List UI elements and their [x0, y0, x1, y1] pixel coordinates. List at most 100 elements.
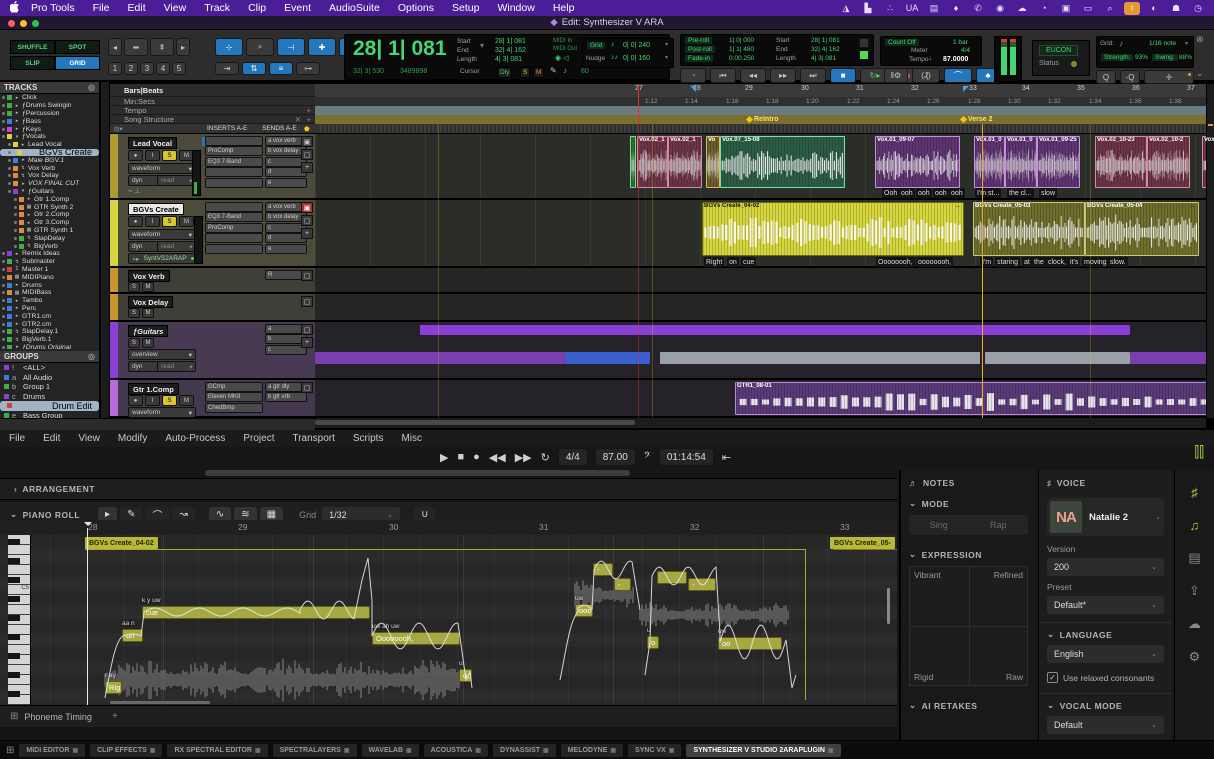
song-marker[interactable]: ReIntro — [747, 115, 779, 124]
plugin-tab[interactable]: SYNC VX▣ — [628, 744, 681, 757]
solo-button[interactable]: S — [128, 282, 140, 292]
track-view-selector[interactable]: overview▾ — [128, 349, 196, 360]
track-list-item[interactable]: ▸ Gtr 1.Comp — [0, 195, 99, 203]
note-mini-icon[interactable]: ♪ — [563, 66, 567, 75]
return-to-zero-icon[interactable]: ⏮ — [710, 68, 736, 83]
plugin-tab[interactable]: ACOUSTICA▣ — [424, 744, 488, 757]
groove-grid-value[interactable]: 1/16 note — [1149, 40, 1176, 47]
time-signature-field[interactable]: 4/4 — [559, 449, 587, 465]
delay-compensation-chip[interactable]: Dly — [497, 67, 512, 78]
track-visibility-dot[interactable] — [2, 120, 5, 123]
menu-item[interactable]: File — [84, 0, 119, 16]
synthv-menu-item[interactable]: Project — [234, 433, 283, 444]
song-add-icon[interactable]: + — [307, 115, 311, 124]
insert-slot[interactable] — [205, 202, 263, 211]
record-button[interactable]: ● — [473, 451, 480, 463]
zoom-toggle-icon[interactable]: ⊹ — [215, 38, 243, 56]
apple-menu-icon[interactable] — [8, 1, 22, 16]
status-icon[interactable]: ☁ — [1014, 2, 1030, 15]
groove-grid-dropdown-icon[interactable]: ▾ — [1185, 40, 1188, 47]
track-visibility-dot[interactable] — [2, 338, 5, 341]
piano-roll-chevron-icon[interactable]: ⌄ — [10, 509, 18, 520]
status-icon[interactable]: UA — [904, 2, 920, 15]
play-button[interactable]: ▶ — [440, 451, 448, 464]
groove-settings-icon[interactable]: ✛ — [1144, 70, 1194, 84]
audio-clip[interactable]: Vox.02_1 — [668, 136, 702, 188]
clip-ara-icon[interactable]: ⇔ — [1076, 204, 1082, 210]
guitar-region-bar[interactable] — [315, 352, 565, 364]
track-visibility-dot[interactable] — [8, 167, 11, 170]
piano-roll-clip-tab[interactable]: BGVs Create_05- — [830, 537, 895, 549]
synthv-menu-item[interactable]: Edit — [34, 433, 69, 444]
zoom-preset-button[interactable]: 3 — [140, 62, 154, 75]
audio-clip[interactable]: Vox.01_0 — [1005, 136, 1037, 188]
automation-mode[interactable]: read▾ — [157, 361, 196, 372]
audio-clip[interactable]: Vo — [706, 136, 720, 188]
track-list-item[interactable]: ▦ GTR Synth 2 — [0, 203, 99, 211]
nudge-label[interactable]: Nudge — [586, 55, 605, 62]
ruler-song-label[interactable]: Song Structure✕+ — [110, 115, 315, 124]
track-list-item[interactable]: ↯ Submaster — [0, 258, 99, 266]
piano-roll-note[interactable]: oo — [718, 637, 782, 650]
track-view-selector[interactable]: waveform▾ — [128, 163, 196, 174]
track-list-item[interactable]: ▸ ƒDrums Original — [0, 344, 99, 350]
postroll-value[interactable]: 1| 1| 480 — [729, 46, 754, 53]
track-name[interactable]: Vox Delay — [128, 296, 173, 308]
toolbar-menu-icon[interactable]: ⌄ — [1196, 68, 1204, 79]
automation-mode[interactable]: read▾ — [157, 241, 196, 252]
arrangement-chevron-icon[interactable]: › — [14, 484, 17, 494]
menu-item[interactable]: Setup — [443, 0, 488, 16]
language-chevron-icon[interactable]: ⌄ — [1047, 629, 1055, 640]
track-list-item[interactable]: Σ Master 1 — [0, 266, 99, 274]
track-list-item[interactable]: ↯ Vox Delay — [0, 172, 99, 180]
lane-vox-verb[interactable] — [315, 268, 1206, 294]
track-view-selector[interactable]: waveform▾ — [128, 407, 196, 418]
pencil-mini-icon[interactable]: ✎ — [550, 66, 557, 75]
version-select[interactable]: 200⌄ — [1047, 558, 1164, 576]
edit-hscrollbar[interactable] — [315, 418, 1206, 428]
selection-indicator-off[interactable] — [859, 38, 869, 48]
guitar-region-bar[interactable] — [420, 325, 1130, 335]
mute-button[interactable]: M — [142, 282, 154, 292]
ruler-tempo-label[interactable]: Tempo+ — [110, 106, 315, 115]
zoom-horizontal-icon[interactable]: ⇹ — [124, 38, 148, 56]
arrangement-scrollbar[interactable] — [205, 470, 630, 476]
header-pin-icon[interactable]: ⬟ — [304, 125, 310, 133]
add-slot-icon[interactable]: + — [301, 228, 313, 239]
track-visibility-dot[interactable] — [8, 182, 11, 185]
track-visibility-dot[interactable] — [2, 323, 5, 326]
tempo-ruler-icon[interactable]: ⌒ — [944, 68, 972, 83]
insert-slot[interactable]: ChedBmp — [205, 403, 263, 412]
mute-button[interactable]: M — [142, 308, 154, 318]
send-slot[interactable]: e — [265, 178, 307, 187]
zoom-preset-button[interactable]: 5 — [172, 62, 186, 75]
track-visibility-dot[interactable] — [14, 229, 17, 232]
plugin-tab[interactable]: DYNASSIST▣ — [493, 744, 556, 757]
piano-roll-note[interactable]: - — [593, 563, 613, 576]
meter-value[interactable]: 4/4 — [961, 47, 970, 54]
trim-tool-icon[interactable]: ⊣ — [277, 38, 305, 56]
send-slot[interactable]: e — [265, 244, 307, 253]
tracks-panel-title[interactable]: TRACKS ◎ — [0, 82, 99, 94]
metronome-icon[interactable]: (₰) — [912, 68, 940, 83]
status-icon[interactable]: ♦ — [948, 2, 964, 15]
clip-ara-icon[interactable]: ⇔ — [955, 204, 961, 210]
preset-select[interactable]: Default*⌄ — [1047, 596, 1164, 614]
song-close-icon[interactable]: ✕ — [295, 115, 301, 124]
tempo-add-icon[interactable]: + — [307, 106, 311, 115]
track-list-item[interactable]: ▦ GTR Synth 1 — [0, 227, 99, 235]
countoff-value[interactable]: 1 bar — [953, 39, 968, 46]
track-list-item[interactable]: ↯ SlapDelay — [0, 234, 99, 242]
piano-roll-vscroll-thumb[interactable] — [887, 588, 890, 624]
quantize-icon[interactable]: Q — [1096, 70, 1116, 84]
input-monitor-button[interactable]: I — [145, 395, 160, 406]
edit-vscrollbar[interactable] — [1206, 84, 1214, 418]
object-button[interactable]: ▢ — [301, 270, 313, 281]
track-list-item[interactable]: ▾ ƒGuitars — [0, 188, 99, 196]
record-enable-button[interactable]: ● — [128, 395, 143, 406]
piano-keys[interactable]: C5 — [8, 535, 31, 705]
track-list-item[interactable]: ▸ Gtr 2.Comp — [0, 211, 99, 219]
track-header-gtr1-comp[interactable]: Gtr 1.Comp ● I S M waveform▾ GCmpEleven … — [110, 380, 315, 418]
mute-button[interactable]: M — [179, 216, 194, 227]
close-window-icon[interactable] — [8, 20, 15, 27]
